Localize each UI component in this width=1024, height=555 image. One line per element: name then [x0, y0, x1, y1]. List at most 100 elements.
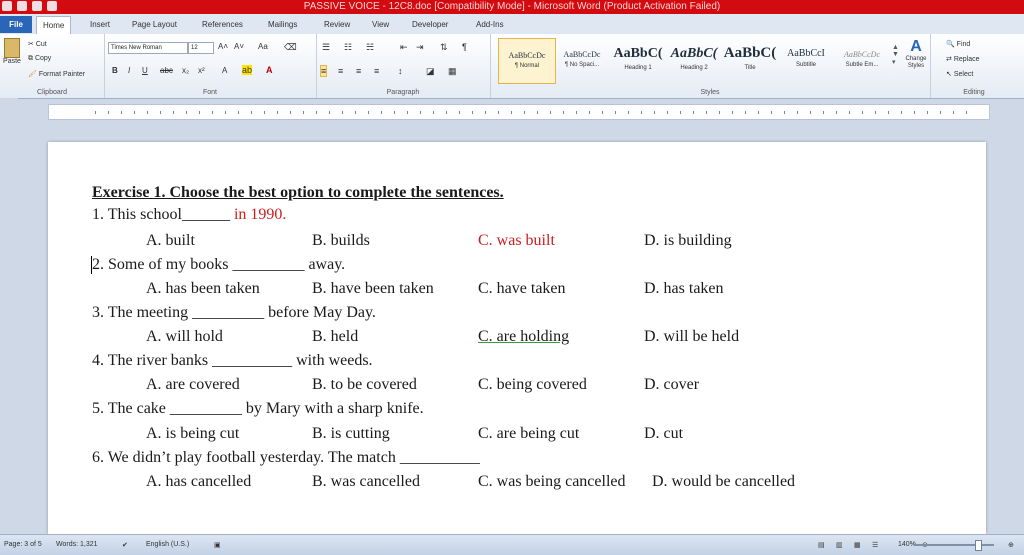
sort-icon[interactable]: ⇅	[440, 42, 448, 53]
align-right-icon[interactable]: ≡	[356, 66, 361, 76]
word-count[interactable]: Words: 1,321	[56, 541, 98, 548]
align-center-icon[interactable]: ≡	[338, 66, 343, 76]
tab-insert[interactable]: Insert	[84, 16, 116, 33]
q2-option-d: D. has taken	[644, 280, 724, 297]
q3-option-b: B. held	[312, 328, 359, 345]
change-styles-button[interactable]: A Change Styles	[902, 38, 930, 70]
horizontal-ruler[interactable]	[48, 104, 990, 120]
proofing-icon[interactable]: ✔	[122, 541, 128, 549]
change-case-icon[interactable]: Aa	[258, 42, 268, 51]
question-6-blank: __________	[399, 449, 480, 466]
show-marks-icon[interactable]: ¶	[462, 42, 467, 52]
change-styles-icon: A	[910, 38, 922, 55]
grow-font-icon[interactable]: A˄	[218, 42, 228, 51]
select-button[interactable]: ↖ Select	[946, 70, 973, 78]
highlight-icon[interactable]: ab	[242, 65, 253, 75]
question-5-blank: _________	[169, 400, 242, 417]
format-painter-button[interactable]: 🖌 Format Painter	[28, 70, 85, 78]
vertical-ruler	[0, 98, 18, 538]
tab-review[interactable]: Review	[318, 16, 356, 33]
print-layout-view-icon[interactable]: ▤	[818, 541, 825, 549]
superscript-icon[interactable]: x²	[198, 66, 205, 75]
style-normal[interactable]: AaBbCcDc ¶ Normal	[498, 38, 556, 84]
page-count[interactable]: Page: 3 of 5	[4, 541, 42, 548]
cut-button[interactable]: ✂ Cut	[28, 40, 47, 48]
font-name-combo[interactable]: Times New Roman	[108, 42, 188, 54]
copy-button[interactable]: ⧉ Copy	[28, 55, 51, 63]
decrease-indent-icon[interactable]: ⇤	[400, 42, 408, 53]
replace-icon: ⇄	[946, 56, 952, 63]
italic-icon[interactable]: I	[128, 66, 130, 75]
justify-icon[interactable]: ≡	[374, 66, 379, 76]
find-icon: 🔍	[946, 41, 955, 48]
paste-button[interactable]: Paste	[2, 38, 22, 65]
zoom-slider-knob[interactable]	[975, 540, 982, 551]
increase-indent-icon[interactable]: ⇥	[416, 42, 424, 53]
document-page[interactable]: Exercise 1. Choose the best option to co…	[48, 142, 986, 534]
shrink-font-icon[interactable]: A˅	[234, 42, 244, 51]
select-icon: ↖	[946, 71, 952, 78]
tab-developer[interactable]: Developer	[406, 16, 454, 33]
tab-home[interactable]: Home	[36, 16, 72, 34]
font-color-icon[interactable]: A	[266, 65, 273, 75]
borders-icon[interactable]: ▦	[448, 66, 457, 77]
language[interactable]: English (U.S.)	[146, 541, 189, 548]
tab-add-ins[interactable]: Add-Ins	[470, 16, 510, 33]
style-subtitle[interactable]: AaBbCcI Subtitle	[778, 38, 834, 82]
numbering-icon[interactable]: ☷	[344, 42, 352, 53]
strikethrough-icon[interactable]: abc	[160, 66, 173, 75]
question-3-blank: _________	[192, 304, 265, 321]
q1-option-b: B. builds	[312, 232, 370, 249]
question-4-stem: 4. The river banks	[92, 352, 209, 369]
question-4: 4. The river banks __________ with weeds…	[92, 352, 373, 370]
copy-label: Copy	[34, 55, 52, 62]
editing-group-label: Editing	[963, 89, 985, 96]
bold-icon[interactable]: B	[112, 66, 118, 75]
styles-group: AaBbCcDc ¶ Normal AaBbCcDc ¶ No Spaci...…	[490, 34, 931, 98]
tab-view[interactable]: View	[366, 16, 395, 33]
multilevel-list-icon[interactable]: ☵	[366, 42, 374, 53]
find-button[interactable]: 🔍 Find	[946, 40, 970, 48]
line-spacing-icon[interactable]: ↕	[398, 66, 403, 76]
style-heading-2[interactable]: AaBbC( Heading 2	[666, 38, 722, 82]
web-layout-view-icon[interactable]: ▦	[854, 541, 861, 549]
text-effects-icon[interactable]: A	[222, 66, 227, 75]
shading-icon[interactable]: ◪	[426, 66, 435, 77]
outline-view-icon[interactable]: ☰	[872, 541, 878, 549]
q6-option-d: D. would be cancelled	[652, 473, 796, 490]
zoom-slider[interactable]	[914, 544, 994, 546]
q4-option-c: C. being covered	[478, 376, 587, 393]
q3-option-c: C. are holding	[478, 328, 570, 345]
question-1-blank: ______	[181, 206, 230, 223]
zoom-in-icon[interactable]: ⊕	[1008, 541, 1014, 549]
styles-scroll-icon[interactable]: ▲ ▼ ▾	[892, 44, 899, 66]
full-screen-view-icon[interactable]: ▥	[836, 541, 843, 549]
macro-record-icon[interactable]: ▣	[214, 541, 221, 549]
ribbon-tabs: File Home Insert Page Layout References …	[0, 14, 1024, 34]
editing-group: 🔍 Find ⇄ Replace ↖ Select Editing	[930, 34, 1018, 98]
q1-option-d: D. is building	[644, 232, 732, 249]
ribbon: Paste ✂ Cut ⧉ Copy 🖌 Format Painter Clip…	[0, 34, 1024, 99]
tab-mailings[interactable]: Mailings	[262, 16, 303, 33]
style-heading-1[interactable]: AaBbC( Heading 1	[610, 38, 666, 82]
paragraph-group: ☰ ☷ ☵ ⇤ ⇥ ⇅ ¶ ≡ ≡ ≡ ≡ ↕ ◪ ▦ Paragraph	[316, 34, 491, 98]
align-left-icon[interactable]: ≡	[320, 65, 328, 77]
tab-page-layout[interactable]: Page Layout	[126, 16, 183, 33]
tab-file[interactable]: File	[0, 16, 32, 33]
style-no-spacing[interactable]: AaBbCcDc ¶ No Spaci...	[554, 38, 610, 82]
bullets-icon[interactable]: ☰	[322, 42, 330, 53]
style-normal-preview: AaBbCcDc	[508, 51, 546, 60]
style-heading-2-name: Heading 2	[680, 65, 708, 71]
style-subtle-emphasis[interactable]: AaBbCcDc Subtle Em...	[834, 38, 890, 82]
font-size-combo[interactable]: 12	[188, 42, 214, 54]
q4-option-b: B. to be covered	[312, 376, 417, 393]
underline-icon[interactable]: U	[142, 66, 148, 75]
replace-button[interactable]: ⇄ Replace	[946, 55, 980, 63]
change-styles-label: Change Styles	[905, 56, 927, 69]
style-title[interactable]: AaBbC( Title	[722, 38, 778, 82]
q6-option-c: C. was being cancelled	[478, 473, 626, 490]
subscript-icon[interactable]: x₂	[182, 66, 189, 75]
clear-formatting-icon[interactable]: ⌫	[284, 42, 297, 53]
tab-references[interactable]: References	[196, 16, 249, 33]
style-no-spacing-name: ¶ No Spaci...	[564, 62, 600, 68]
